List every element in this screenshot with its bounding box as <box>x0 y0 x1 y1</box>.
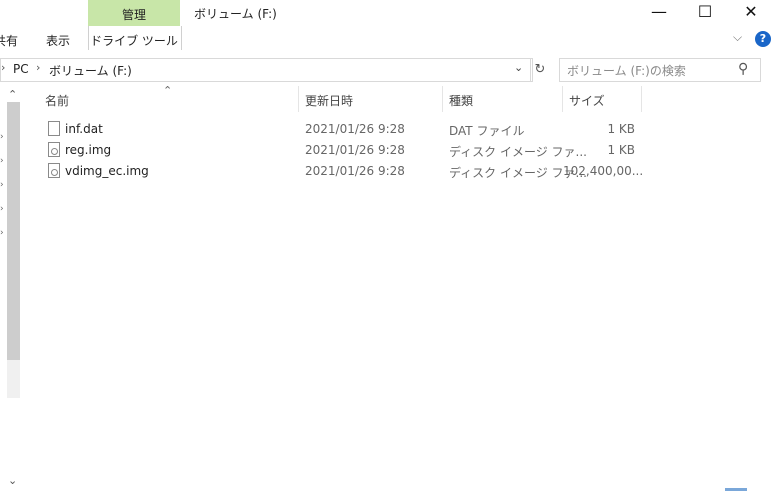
tab-share[interactable]: 共有 <box>0 32 18 49</box>
file-modified: 2021/01/26 9:28 <box>305 143 405 157</box>
close-button[interactable]: ✕ <box>728 0 774 24</box>
nav-expand-icon[interactable]: › <box>0 156 4 166</box>
tab-drive-tools-label: ドライブ ツール <box>90 34 178 48</box>
column-header-type[interactable]: 種類 <box>449 92 473 109</box>
file-name: vdimg_ec.img <box>65 164 149 178</box>
file-modified: 2021/01/26 9:28 <box>305 164 405 178</box>
disc-image-file-icon <box>48 142 60 157</box>
address-history-dropdown-icon[interactable]: ⌄ <box>514 61 523 74</box>
nav-expand-icon[interactable]: › <box>0 228 4 238</box>
disc-icon <box>51 169 58 176</box>
file-name: reg.img <box>65 143 112 157</box>
nav-expand-icon[interactable]: › <box>0 180 4 190</box>
disc-image-file-icon <box>48 163 60 178</box>
sort-ascending-icon: ⌃ <box>163 84 173 97</box>
ribbon-expand-chevron-icon[interactable]: ⌵ <box>733 30 742 45</box>
scroll-down-icon[interactable]: ⌄ <box>8 474 17 487</box>
column-divider[interactable] <box>442 86 443 112</box>
search-placeholder: ボリューム (F:)の検索 <box>567 64 686 78</box>
column-header-size[interactable]: サイズ <box>569 92 605 109</box>
search-icon[interactable]: ⚲ <box>738 61 748 77</box>
column-divider[interactable] <box>562 86 563 112</box>
manage-context-tab-label: 管理 <box>121 8 146 22</box>
tab-view[interactable]: 表示 <box>46 32 70 49</box>
column-header-modified[interactable]: 更新日時 <box>305 92 353 109</box>
file-size: 1 KB <box>607 143 635 157</box>
file-row[interactable]: vdimg_ec.img 2021/01/26 9:28 ディスク イメージ フ… <box>40 160 644 181</box>
breadcrumb-chevron-icon[interactable]: › <box>36 61 40 74</box>
nav-expand-icon[interactable]: › <box>0 132 4 142</box>
file-modified: 2021/01/26 9:28 <box>305 122 405 136</box>
nav-scrollbar-thumb[interactable] <box>7 102 20 360</box>
file-row[interactable]: inf.dat 2021/01/26 9:28 DAT ファイル 1 KB <box>40 118 640 139</box>
file-row[interactable]: reg.img 2021/01/26 9:28 ディスク イメージ ファ... … <box>40 139 640 160</box>
breadcrumb-volume[interactable]: ボリューム (F:) <box>49 62 132 79</box>
column-header-name[interactable]: 名前 <box>45 92 69 109</box>
scroll-up-icon[interactable]: ⌃ <box>8 88 17 101</box>
minimize-button[interactable]: — <box>636 0 682 24</box>
column-divider[interactable] <box>641 86 642 112</box>
disc-icon <box>51 148 58 155</box>
file-icon <box>48 121 60 136</box>
breadcrumb-chevron-icon[interactable]: › <box>1 61 5 74</box>
file-size: 102,400,00... <box>563 164 644 178</box>
file-size: 1 KB <box>607 122 635 136</box>
column-divider[interactable] <box>298 86 299 112</box>
file-type: DAT ファイル <box>449 124 525 138</box>
breadcrumb-pc[interactable]: PC <box>13 62 29 76</box>
window-title: ボリューム (F:) <box>194 7 277 21</box>
nav-expand-icon[interactable]: › <box>0 204 4 214</box>
refresh-icon[interactable]: ↻ <box>530 58 549 82</box>
help-icon[interactable]: ? <box>755 31 771 47</box>
file-name: inf.dat <box>65 122 103 136</box>
maximize-button[interactable]: ☐ <box>682 0 728 24</box>
